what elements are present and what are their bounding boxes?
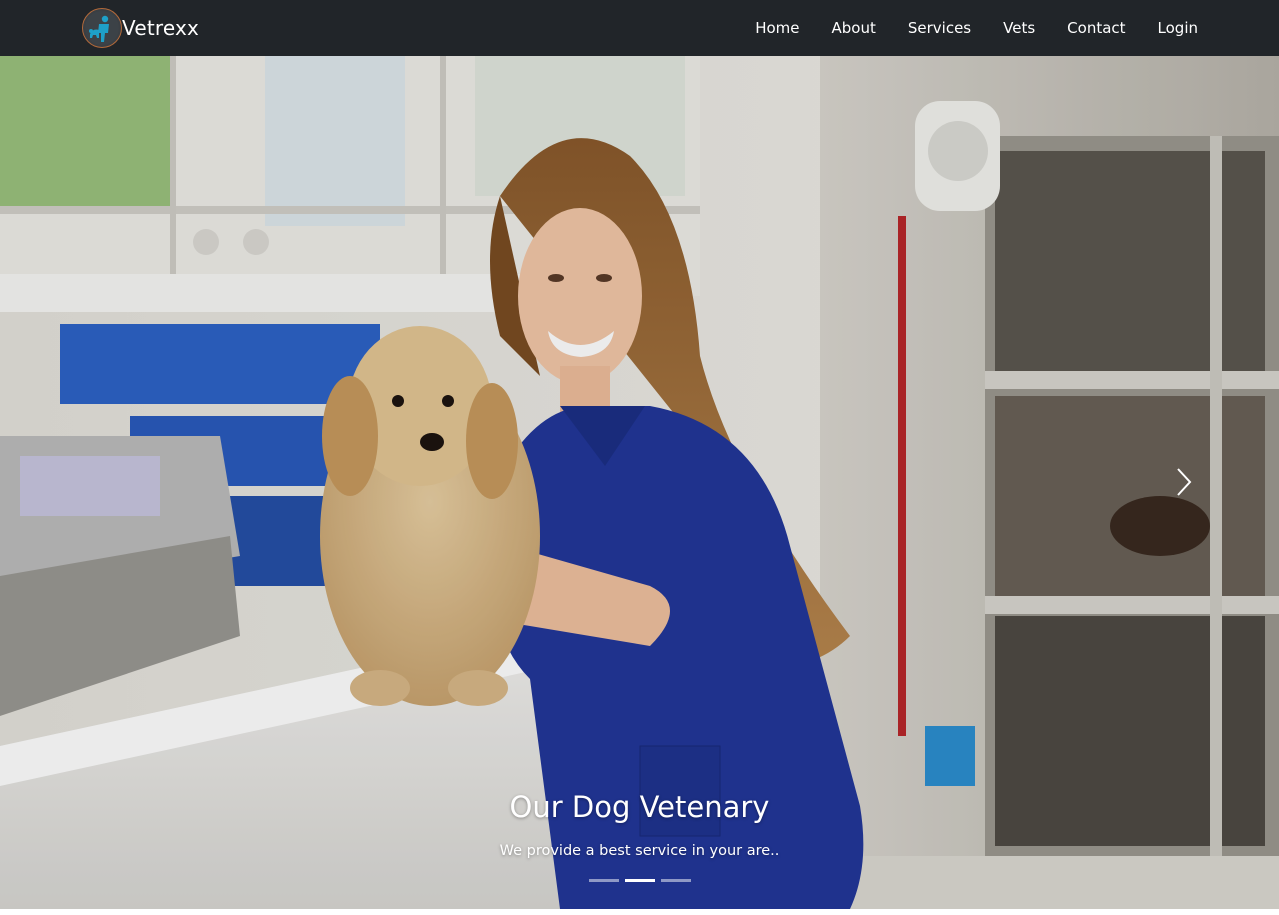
- nav-link-contact[interactable]: Contact: [1051, 0, 1141, 56]
- carousel-next-button[interactable]: [1168, 462, 1200, 502]
- nav-item-about: About: [816, 0, 892, 56]
- nav-item-home: Home: [739, 0, 815, 56]
- nav-link-vets[interactable]: Vets: [987, 0, 1051, 56]
- chevron-right-icon: [1177, 468, 1192, 496]
- nav-item-services: Services: [892, 0, 987, 56]
- vet-pet-logo-icon: [82, 8, 122, 48]
- nav-menu: Home About Services Vets Contact Login: [739, 0, 1198, 56]
- carousel-indicator-1[interactable]: [589, 879, 619, 882]
- nav-item-contact: Contact: [1051, 0, 1141, 56]
- brand-link[interactable]: Vetrexx: [82, 8, 199, 48]
- brand-name: Vetrexx: [122, 16, 200, 40]
- nav-link-services[interactable]: Services: [892, 0, 987, 56]
- slide-title: Our Dog Vetenary: [509, 790, 770, 824]
- nav-link-login[interactable]: Login: [1142, 0, 1198, 56]
- carousel-indicator-2[interactable]: [625, 879, 655, 882]
- slide-text: We provide a best service in your are..: [499, 843, 780, 859]
- nav-link-about[interactable]: About: [816, 0, 892, 56]
- hero-carousel: Our Dog Vetenary We provide a best servi…: [0, 56, 1279, 909]
- nav-item-login: Login: [1142, 0, 1198, 56]
- carousel-indicator-3[interactable]: [661, 879, 691, 882]
- page-bottom-edge: [0, 909, 1279, 915]
- nav-link-home[interactable]: Home: [739, 0, 815, 56]
- navbar: Vetrexx Home About Services Vets Contact…: [0, 0, 1279, 56]
- carousel-indicators: [589, 879, 697, 882]
- slide-caption: Our Dog Vetenary We provide a best servi…: [0, 787, 1279, 862]
- vet-with-puppy-photo: [0, 56, 1279, 909]
- nav-item-vets: Vets: [987, 0, 1051, 56]
